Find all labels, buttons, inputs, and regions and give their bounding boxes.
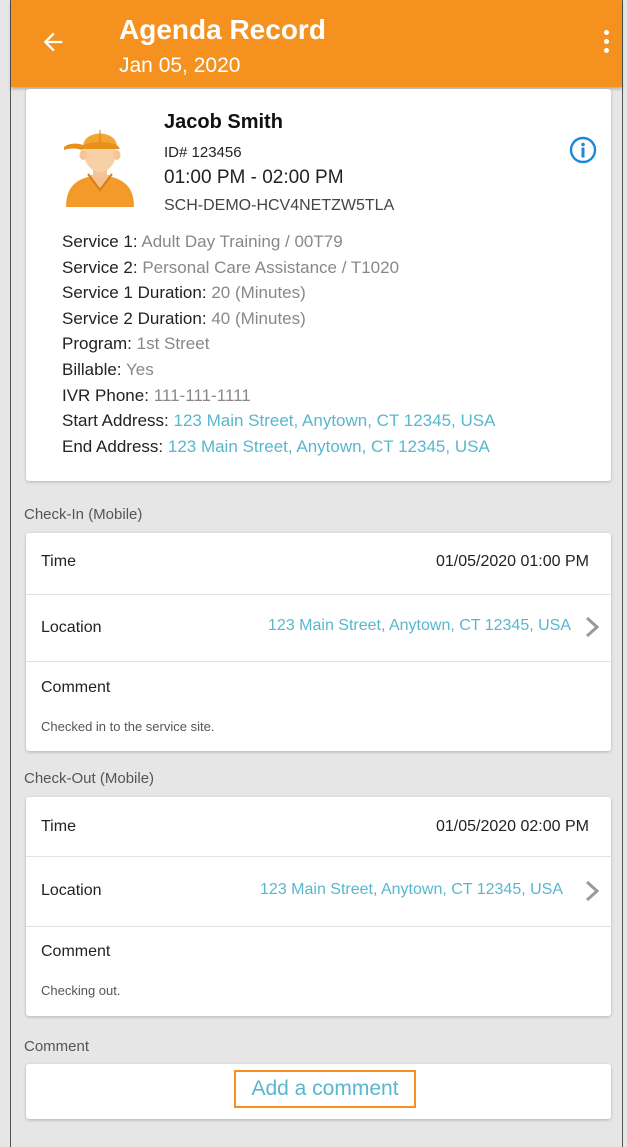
end-address-link[interactable]: 123 Main Street, Anytown, CT 12345, USA — [168, 437, 490, 456]
checkin-time-value: 01/05/2020 01:00 PM — [435, 553, 589, 570]
app-bar: Agenda Record Jan 05, 2020 — [11, 0, 622, 87]
detail-program: Program: 1st Street — [62, 334, 210, 354]
detail-service-1: Service 1: Adult Day Training / 00T79 — [62, 232, 343, 251]
checkout-comment-row: Comment Checking out. — [41, 943, 121, 998]
comment-section-label: Comment — [24, 1038, 90, 1055]
schedule-id: SCH-DEMO-HCV4NETZW5TLA — [164, 197, 395, 214]
detail-service-1-duration: Service 1 Duration: 20 (Minutes) — [62, 283, 306, 303]
detail-billable: Billable: Yes — [62, 359, 154, 379]
add-comment-card: Add a comment — [26, 1064, 611, 1119]
checkin-time-row: Time 01/05/2020 01:00 PM — [26, 533, 611, 595]
checkout-location-value[interactable]: 123 Main Street, Anytown, CT 12345, USA — [260, 881, 563, 899]
checkin-card: Time 01/05/2020 01:00 PM Location 123 Ma… — [26, 533, 611, 751]
page-subtitle-date: Jan 05, 2020 — [119, 54, 241, 77]
detail-start-address: Start Address: 123 Main Street, Anytown,… — [62, 411, 496, 431]
page-title: Agenda Record — [119, 14, 326, 45]
checkin-location-value[interactable]: 123 Main Street, Anytown, CT 12345, USA — [268, 617, 571, 635]
checkout-time-row: Time 01/05/2020 02:00 PM — [26, 797, 611, 857]
chevron-right-icon[interactable] — [585, 616, 599, 638]
detail-end-address: End Address: 123 Main Street, Anytown, C… — [62, 436, 490, 456]
checkout-location-row[interactable]: 123 Main Street, Anytown, CT 12345, USA … — [26, 857, 611, 927]
client-name: Jacob Smith — [164, 111, 283, 133]
checkin-location-row[interactable]: Location 123 Main Street, Anytown, CT 12… — [26, 595, 611, 662]
checkout-time-value: 01/05/2020 02:00 PM — [435, 818, 589, 835]
screen: Agenda Record Jan 05, 2020 Jacob Smith I… — [10, 0, 623, 1147]
client-id: ID# 123456 — [164, 144, 242, 161]
detail-service-2-duration: Service 2 Duration: 40 (Minutes) — [62, 308, 306, 328]
checkin-comment-text: Checked in to the service site. — [41, 719, 215, 734]
checkin-comment-row: Comment Checked in to the service site. — [41, 679, 215, 734]
checkin-section-label: Check-In (Mobile) — [24, 506, 143, 523]
profile-card: Jacob Smith ID# 123456 01:00 PM - 02:00 … — [26, 89, 611, 481]
checkout-section-label: Check-Out (Mobile) — [24, 770, 155, 787]
service-details: Service 1: Adult Day Training / 00T79 Se… — [62, 229, 495, 459]
detail-service-2: Service 2: Personal Care Assistance / T1… — [62, 257, 400, 277]
avatar — [64, 130, 134, 207]
chevron-right-icon[interactable] — [585, 880, 599, 902]
checkout-card: Time 01/05/2020 02:00 PM 123 Main Street… — [26, 797, 611, 1016]
checkout-comment-text: Checking out. — [41, 983, 121, 998]
arrow-left-icon[interactable] — [39, 28, 67, 56]
add-comment-button[interactable]: Add a comment — [234, 1070, 416, 1108]
info-icon[interactable] — [569, 136, 597, 164]
detail-ivr-phone: IVR Phone: 111-111-1111 — [62, 385, 251, 405]
more-vertical-icon[interactable] — [600, 30, 612, 60]
appointment-time-range: 01:00 PM - 02:00 PM — [164, 167, 344, 188]
start-address-link[interactable]: 123 Main Street, Anytown, CT 12345, USA — [174, 411, 496, 430]
